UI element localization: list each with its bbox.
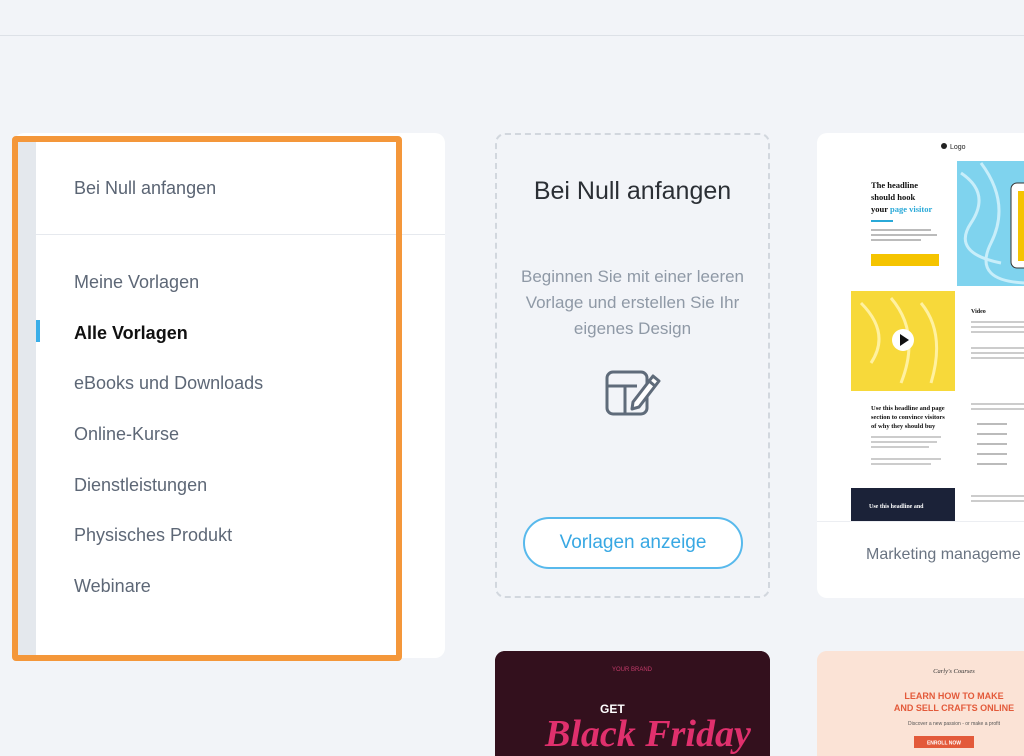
svg-text:Carly's Courses: Carly's Courses [933, 668, 975, 675]
template-category-sidebar: Bei Null anfangen Meine Vorlagen Alle Vo… [14, 133, 445, 658]
sidebar-item-online-courses[interactable]: Online-Kurse [36, 409, 416, 460]
sidebar-item-my-templates[interactable]: Meine Vorlagen [36, 257, 416, 308]
sidebar-item-webinars[interactable]: Webinare [36, 561, 416, 612]
sidebar-item-all-templates[interactable]: Alle Vorlagen [36, 308, 416, 359]
svg-text:of why they should buy: of why they should buy [871, 423, 936, 430]
blank-card-description: Beginnen Sie mit einer leeren Vorlage un… [520, 267, 745, 338]
start-from-scratch-link[interactable]: Bei Null anfangen [74, 178, 216, 199]
template-card-caption: Marketing manageme [817, 521, 1024, 598]
sidebar-item-services[interactable]: Dienstleistungen [36, 460, 416, 511]
blank-card-title: Bei Null anfangen [533, 177, 732, 205]
svg-text:YOUR BRAND: YOUR BRAND [612, 667, 653, 673]
svg-text:ENROLL NOW: ENROLL NOW [927, 741, 961, 747]
svg-text:Use this headline and page: Use this headline and page [871, 405, 945, 412]
svg-text:Black Friday: Black Friday [544, 713, 751, 755]
svg-text:Use this headline and: Use this headline and [869, 504, 924, 510]
sidebar-item-physical-product[interactable]: Physisches Produkt [36, 510, 416, 561]
svg-text:Logo: Logo [950, 144, 966, 151]
svg-text:your page visitor: your page visitor [871, 204, 932, 214]
svg-text:The headline: The headline [871, 180, 918, 190]
category-nav: Meine Vorlagen Alle Vorlagen eBooks und … [36, 257, 416, 612]
top-bar [0, 0, 1024, 36]
sidebar-divider [36, 234, 445, 235]
svg-text:Video: Video [971, 309, 986, 315]
template-card-marketing[interactable]: Logo The headline should hook your page … [817, 133, 1024, 598]
sidebar-item-ebooks[interactable]: eBooks und Downloads [36, 358, 416, 409]
svg-text:LEARN HOW TO MAKE: LEARN HOW TO MAKE [904, 691, 1003, 701]
template-thumbnail-black-friday[interactable]: YOUR BRAND GET Black Friday [495, 651, 770, 756]
svg-text:should hook: should hook [871, 192, 915, 202]
svg-text:Discover a new passion - or ma: Discover a new passion - or make a profi… [908, 721, 1001, 727]
template-preview-image: Logo The headline should hook your page … [851, 133, 1024, 521]
blank-template-card[interactable]: Bei Null anfangen Beginnen Sie mit einer… [495, 133, 770, 598]
edit-template-icon [603, 366, 663, 422]
show-templates-button[interactable]: Vorlagen anzeige [523, 517, 743, 569]
svg-text:AND SELL CRAFTS ONLINE: AND SELL CRAFTS ONLINE [894, 703, 1014, 713]
template-thumbnail-crafts-course[interactable]: Carly's Courses LEARN HOW TO MAKE AND SE… [817, 651, 1024, 756]
svg-text:section to convince visitors: section to convince visitors [871, 414, 945, 421]
